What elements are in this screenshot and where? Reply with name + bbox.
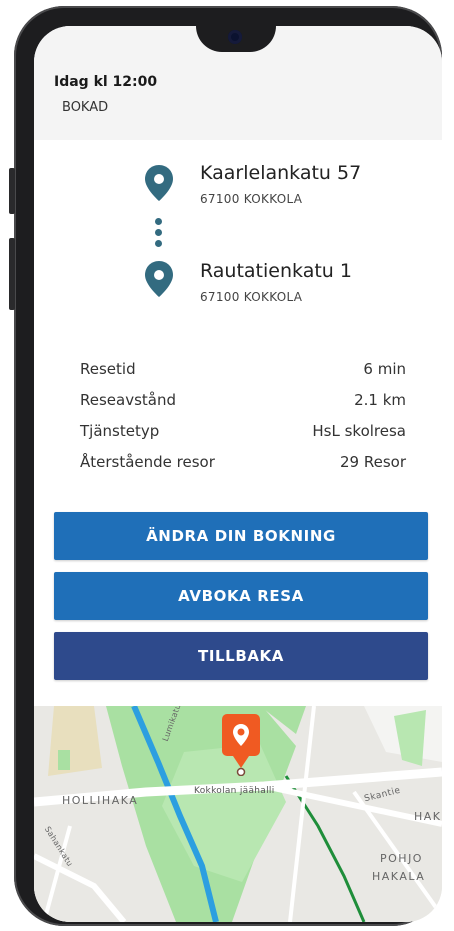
route-summary: Kaarlelankatu 57 67100 KOKKOLA Rautatien… xyxy=(34,156,442,316)
camera-icon xyxy=(228,30,242,44)
detail-value: 2.1 km xyxy=(354,391,406,409)
map-pin-icon xyxy=(145,261,173,297)
app-screen: Idag kl 12:00 BOKAD Kaarlelankatu 57 671… xyxy=(34,26,442,922)
detail-row: Återstående resor 29 Resor xyxy=(80,453,406,484)
route-connector xyxy=(155,218,163,251)
trip-details: Resetid 6 min Reseavstånd 2.1 km Tjänste… xyxy=(80,360,406,484)
map-label-district: HAKALA xyxy=(372,870,426,883)
location-marker-icon[interactable] xyxy=(220,714,262,776)
map-pin-icon xyxy=(145,165,173,201)
detail-row: Resetid 6 min xyxy=(80,360,406,391)
detail-label: Resetid xyxy=(80,360,136,378)
detail-value: 6 min xyxy=(363,360,406,378)
booking-status: BOKAD xyxy=(62,100,109,115)
cancel-booking-button[interactable]: AVBOKA RESA xyxy=(54,572,428,620)
detail-value: 29 Resor xyxy=(340,453,406,471)
detail-row: Reseavstånd 2.1 km xyxy=(80,391,406,422)
phone-side-button xyxy=(9,238,15,310)
detail-row: Tjänstetyp HsL skolresa xyxy=(80,422,406,453)
booking-date: Idag kl 12:00 xyxy=(54,74,158,90)
phone-side-button xyxy=(9,168,15,214)
detail-label: Reseavstånd xyxy=(80,391,177,409)
change-booking-button[interactable]: ÄNDRA DIN BOKNING xyxy=(54,512,428,560)
destination-street: Rautatienkatu 1 xyxy=(200,260,352,282)
map-label-district: HAK xyxy=(414,810,442,823)
origin-street: Kaarlelankatu 57 xyxy=(200,162,362,184)
detail-value: HsL skolresa xyxy=(312,422,406,440)
destination-postal: 67100 KOKKOLA xyxy=(200,290,303,304)
map-label-hollihaka: HOLLIHAKA xyxy=(62,794,139,807)
route-map[interactable]: HOLLIHAKA Kokkolan jäähalli Skantie HAK … xyxy=(34,706,442,922)
origin-postal: 67100 KOKKOLA xyxy=(200,192,303,206)
map-label-district: POHJO xyxy=(380,852,423,865)
detail-label: Återstående resor xyxy=(80,453,215,471)
map-label-place: Kokkolan jäähalli xyxy=(194,786,275,796)
detail-label: Tjänstetyp xyxy=(80,422,160,440)
back-button[interactable]: TILLBAKA xyxy=(54,632,428,680)
